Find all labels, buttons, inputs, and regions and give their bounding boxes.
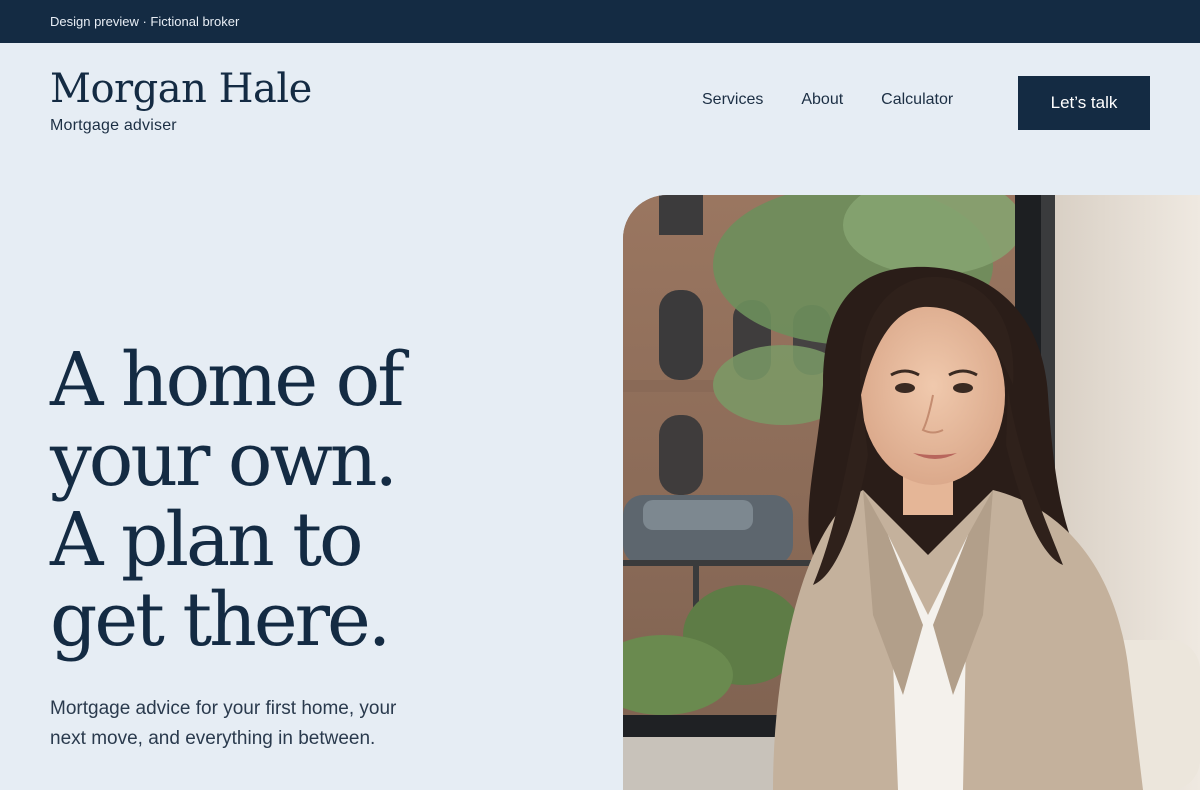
portrait-photo-icon — [623, 195, 1200, 790]
preview-banner: Design preview · Fictional broker — [0, 0, 1200, 43]
hero-lede: Mortgage advice for your first home, you… — [50, 698, 397, 749]
headline-line: A plan to — [50, 497, 364, 583]
adviser-portrait-photo — [623, 195, 1200, 790]
preview-banner-text: Design preview · Fictional broker — [50, 14, 240, 29]
brand-subtitle: Mortgage adviser — [50, 117, 177, 134]
main-nav: Services About Calculator — [702, 91, 953, 109]
nav-item-about[interactable]: About — [801, 91, 843, 109]
headline-line: your own. — [50, 417, 398, 503]
brand-name[interactable]: Morgan Hale — [50, 66, 312, 112]
lets-talk-button[interactable]: Let’s talk — [1018, 76, 1150, 130]
nav-item-services[interactable]: Services — [702, 91, 763, 109]
hero-headline: A home of your own. A plan to get there. — [50, 340, 570, 660]
headline-line: get there. — [50, 577, 391, 663]
nav-item-calculator[interactable]: Calculator — [881, 91, 953, 109]
headline-line: A home of — [50, 337, 405, 423]
